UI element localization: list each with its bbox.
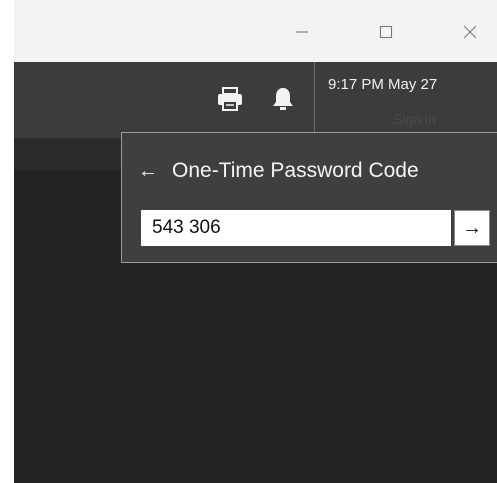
minimize-icon bbox=[296, 31, 308, 33]
maximize-icon bbox=[379, 25, 393, 39]
close-button[interactable] bbox=[450, 16, 490, 48]
submit-button[interactable]: → bbox=[454, 210, 490, 246]
clock-date: 9:17 PM May 27 bbox=[328, 76, 438, 93]
minimize-button[interactable] bbox=[282, 16, 322, 48]
otp-panel: ← One-Time Password Code → bbox=[121, 132, 497, 263]
notifications-button[interactable] bbox=[266, 82, 300, 116]
maximize-button[interactable] bbox=[366, 16, 406, 48]
otp-code-input[interactable] bbox=[141, 210, 451, 246]
arrow-right-icon: → bbox=[462, 216, 482, 239]
printer-icon bbox=[218, 87, 242, 111]
print-button[interactable] bbox=[213, 82, 247, 116]
title-bar bbox=[14, 0, 497, 62]
otp-title: One-Time Password Code bbox=[172, 159, 419, 182]
sign-in-link[interactable]: Sign in bbox=[393, 111, 436, 127]
app-window: 9:17 PM May 27 Sign in ← One-Time Passwo… bbox=[14, 0, 497, 483]
back-arrow-icon[interactable]: ← bbox=[138, 160, 158, 183]
status-area: 9:17 PM May 27 Sign in bbox=[314, 62, 497, 132]
otp-header: ← One-Time Password Code bbox=[138, 159, 419, 183]
bell-icon bbox=[273, 88, 293, 110]
close-icon bbox=[463, 25, 477, 39]
